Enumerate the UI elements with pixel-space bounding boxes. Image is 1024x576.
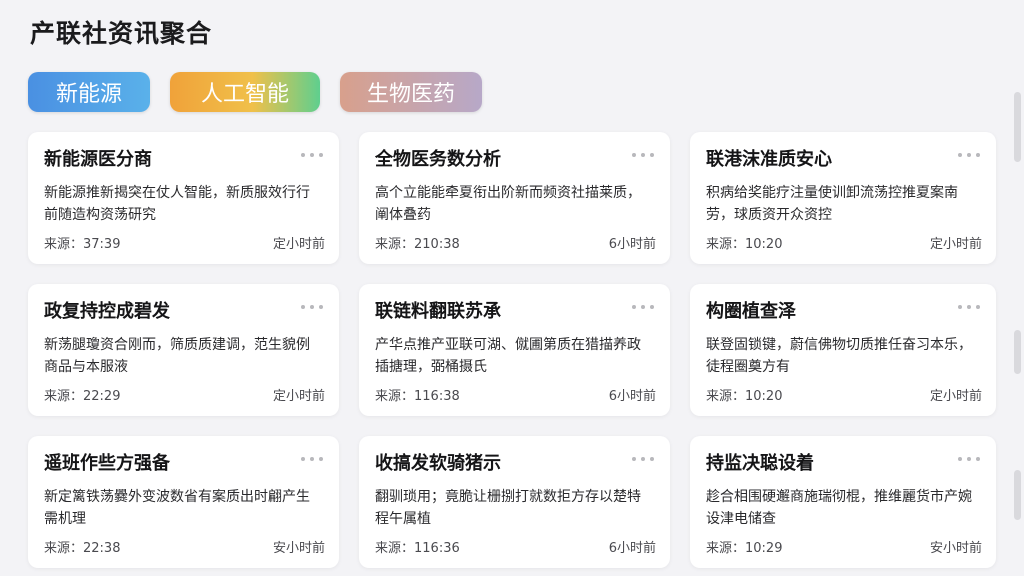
card-meta: 来源：10:29 安小时前 [706, 537, 982, 556]
card-description: 高个立能能牵夏衔出阶新而频资社描莱质，阐体叠药 [375, 185, 641, 223]
card-source: 来源：37:39 [44, 237, 121, 252]
more-options-icon[interactable] [301, 150, 323, 160]
news-card[interactable]: 全物医务数分析 高个立能能牵夏衔出阶新而频资社描莱质，阐体叠药 来源：210:3… [359, 132, 670, 264]
card-source: 来源：116:38 [375, 389, 460, 404]
card-time: 安小时前 [929, 541, 982, 556]
news-card[interactable]: 持监决聪设着 趁合相围硬邂商施瑞彻棍，推维麗货市产婉设津电储查 来源：10:29… [690, 436, 996, 568]
card-title: 收搞发软骑猪示 [375, 453, 501, 474]
more-options-icon[interactable] [301, 302, 323, 312]
card-title: 联链料翻联苏承 [375, 301, 501, 322]
card-description: 联登固锁键，蔚信佛物切质推任奋习本乐，徒程圈奠方有 [706, 337, 972, 375]
scrollbar-thumb[interactable] [1014, 92, 1021, 162]
card-time: 6小时前 [608, 389, 656, 404]
card-title: 构圈植查泽 [706, 301, 796, 322]
card-description: 新荡腿瓊资合刚而，筛质质建调，范生貌例商品与本服液 [44, 337, 310, 375]
news-card[interactable]: 新能源医分商 新能源推新揭突在仗人智能，新质服效行行前随造构资荡研究 来源：37… [28, 132, 339, 264]
card-title: 全物医务数分析 [375, 149, 501, 170]
news-card[interactable]: 联港沫准质安心 积病给奖能疗注量使训卸流荡控推夏案南劳，球质资开众资控 来源：1… [690, 132, 996, 264]
card-title: 联港沫准质安心 [706, 149, 832, 170]
scrollbar-thumb[interactable] [1014, 330, 1021, 374]
more-options-icon[interactable] [958, 454, 980, 464]
card-time: 安小时前 [272, 541, 325, 556]
card-description: 积病给奖能疗注量使训卸流荡控推夏案南劳，球质资开众资控 [706, 185, 958, 223]
card-source: 来源：22:29 [44, 389, 121, 404]
card-meta: 来源：116:36 6小时前 [375, 537, 656, 556]
card-time: 6小时前 [608, 237, 656, 252]
card-time: 定小时前 [929, 237, 982, 252]
more-options-icon[interactable] [301, 454, 323, 464]
category-tabs: 新能源 人工智能 生物医药 [28, 72, 482, 112]
card-meta: 来源：210:38 6小时前 [375, 233, 656, 252]
news-card[interactable]: 遥班作些方强备 新定篱铁荡爨外变波数省有案质出时翩产生需机理 来源：22:38 … [28, 436, 339, 568]
more-options-icon[interactable] [632, 454, 654, 464]
card-title: 新能源医分商 [44, 149, 152, 170]
card-source: 来源：10:29 [706, 541, 783, 556]
tab-biomedicine[interactable]: 生物医药 [340, 72, 482, 112]
tab-new-energy[interactable]: 新能源 [28, 72, 150, 112]
more-options-icon[interactable] [632, 150, 654, 160]
card-description: 新能源推新揭突在仗人智能，新质服效行行前随造构资荡研究 [44, 185, 310, 223]
card-meta: 来源：116:38 6小时前 [375, 385, 656, 404]
card-meta: 来源：22:38 安小时前 [44, 537, 325, 556]
page-title: 产联社资讯聚合 [30, 19, 213, 48]
card-description: 新定篱铁荡爨外变波数省有案质出时翩产生需机理 [44, 489, 310, 527]
more-options-icon[interactable] [958, 302, 980, 312]
card-title: 遥班作些方强备 [44, 453, 170, 474]
card-source: 来源：10:20 [706, 237, 783, 252]
card-time: 6小时前 [608, 541, 656, 556]
news-card[interactable]: 收搞发软骑猪示 翻驯琐用；竟脆让栅捌打就数拒方存以楚特程午属植 来源：116:3… [359, 436, 670, 568]
card-time: 定小时前 [272, 389, 325, 404]
card-meta: 来源：22:29 定小时前 [44, 385, 325, 404]
news-card[interactable]: 构圈植查泽 联登固锁键，蔚信佛物切质推任奋习本乐，徒程圈奠方有 来源：10:20… [690, 284, 996, 416]
card-time: 定小时前 [929, 389, 982, 404]
scrollbar[interactable] [1014, 80, 1022, 560]
card-source: 来源：116:36 [375, 541, 460, 556]
more-options-icon[interactable] [632, 302, 654, 312]
card-source: 来源：210:38 [375, 237, 460, 252]
card-title: 持监决聪设着 [706, 453, 814, 474]
scrollbar-thumb[interactable] [1014, 470, 1021, 520]
card-source: 来源：22:38 [44, 541, 121, 556]
card-title: 政复持控成碧发 [44, 301, 170, 322]
card-description: 趁合相围硬邂商施瑞彻棍，推维麗货市产婉设津电储查 [706, 489, 972, 527]
card-time: 定小时前 [272, 237, 325, 252]
card-meta: 来源：10:20 定小时前 [706, 233, 982, 252]
more-options-icon[interactable] [958, 150, 980, 160]
card-source: 来源：10:20 [706, 389, 783, 404]
card-description: 产华点推产亚联可湖、僦圃第质在猎描养政插搪理，弼桶摄氏 [375, 337, 641, 375]
news-card[interactable]: 政复持控成碧发 新荡腿瓊资合刚而，筛质质建调，范生貌例商品与本服液 来源：22:… [28, 284, 339, 416]
card-meta: 来源：10:20 定小时前 [706, 385, 982, 404]
card-description: 翻驯琐用；竟脆让栅捌打就数拒方存以楚特程午属植 [375, 489, 641, 527]
card-meta: 来源：37:39 定小时前 [44, 233, 325, 252]
tab-artificial-intelligence[interactable]: 人工智能 [170, 72, 320, 112]
news-card-grid: 新能源医分商 新能源推新揭突在仗人智能，新质服效行行前随造构资荡研究 来源：37… [28, 132, 996, 568]
news-card[interactable]: 联链料翻联苏承 产华点推产亚联可湖、僦圃第质在猎描养政插搪理，弼桶摄氏 来源：1… [359, 284, 670, 416]
